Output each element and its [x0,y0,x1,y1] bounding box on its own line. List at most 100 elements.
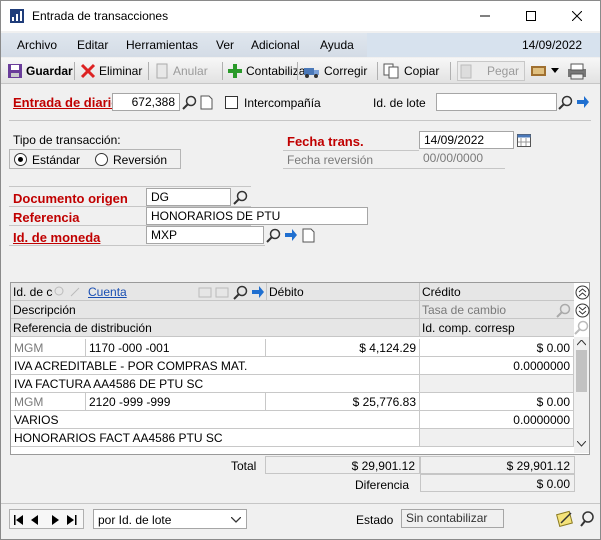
scrollbar-thumb[interactable] [576,350,587,392]
row2-description-cell[interactable]: VARIOS [11,411,420,429]
currency-goto-button[interactable] [283,227,299,243]
row1-debit-cell[interactable]: $ 4,124.29 [266,339,420,357]
copy-button[interactable]: Copiar [383,61,439,81]
row2-co-cell[interactable]: MGM [11,393,86,411]
col-corr-company: Id. comp. corresp [422,321,515,335]
menu-ver[interactable]: Ver [216,38,234,52]
col-dist-ref: Referencia de distribución [13,321,152,335]
currency-label[interactable]: Id. de moneda [13,230,100,245]
magnifier-icon [574,320,589,335]
trx-date-label: Fecha trans. [287,134,364,149]
sort-select[interactable]: por Id. de lote [93,509,247,529]
calendar-button[interactable] [516,132,532,148]
reference-label: Referencia [13,210,80,225]
note-pad-icon[interactable] [556,510,574,528]
batch-lookup-button[interactable] [557,94,573,110]
status-bar: por Id. de lote Estado Sin contabilizar [1,503,600,539]
paste-icon [460,64,472,79]
journal-lookup-button[interactable] [181,94,197,110]
menu-editar[interactable]: Editar [77,38,108,52]
toolbar-separator [297,62,298,80]
magnifier-icon [232,285,247,300]
batch-id-field[interactable] [436,93,557,111]
trx-date-field[interactable]: 14/09/2022 [419,131,514,149]
row2-debit-cell[interactable]: $ 25,776.83 [266,393,420,411]
journal-note-button[interactable] [198,94,214,110]
toolbar-separator [377,62,378,80]
col-account-link[interactable]: Cuenta [88,285,127,299]
magnifier-icon [265,228,280,243]
arrow-right-icon [577,96,589,108]
account-goto-button[interactable] [250,284,266,300]
type-standard-radio[interactable] [14,153,27,166]
row2-credit-cell[interactable]: $ 0.00 [420,393,574,411]
record-navigator [9,509,84,529]
correct-button[interactable]: Corregir [303,61,367,81]
reversal-date-label: Fecha reversión [287,153,374,167]
source-doc-field[interactable]: DG [146,188,231,206]
minimize-icon [480,15,490,17]
close-icon [572,11,582,21]
source-doc-lookup-button[interactable] [232,189,248,205]
print-button[interactable] [566,61,588,81]
account-lookup-button[interactable] [232,284,248,300]
batch-id-label: Id. de lote [373,96,426,110]
paste-button[interactable]: Pegar [457,61,525,81]
reference-field[interactable]: HONORARIOS DE PTU [146,207,368,225]
currency-field[interactable]: MXP [146,226,264,244]
menu-ayuda[interactable]: Ayuda [320,38,354,52]
row1-co-cell[interactable]: MGM [11,339,86,357]
menu-bar: Archivo Editar Herramientas Ver Adiciona… [1,33,600,57]
type-reversal-radio[interactable] [95,153,108,166]
record-nav-icons[interactable] [14,515,80,525]
save-button[interactable]: Guardar [7,61,73,81]
journal-entry-label: Entrada de diario [13,95,120,110]
close-button[interactable] [554,1,600,31]
row1-account-cell[interactable]: 1170 -000 -001 [86,339,266,357]
magnifier-icon [181,95,196,110]
toolbar: Guardar Eliminar Anular Contabiliza Corr… [1,58,600,84]
row1-credit-cell[interactable]: $ 0.00 [420,339,574,357]
intercompany-checkbox[interactable] [225,96,238,109]
toolbar-separator [148,62,149,80]
expand-up-button[interactable] [574,284,590,300]
row1-dist-ref-cell[interactable]: IVA FACTURA AA4586 DE PTU SC [11,375,420,393]
row1-corr-cell[interactable] [420,375,574,393]
reversal-date-field[interactable]: 00/00/0000 [419,150,505,168]
printer-icon [568,63,586,80]
maximize-button[interactable] [508,1,554,31]
zoom-help-icon[interactable] [579,510,597,528]
row2-dist-ref-cell[interactable]: HONORARIOS FACT AA4586 PTU SC [11,429,420,447]
transaction-entry-window: Entrada de transacciones Archivo Editar … [0,0,601,540]
total-label: Total [231,459,257,473]
total-debit: $ 29,901.12 [265,456,420,474]
row1-rate-cell[interactable]: 0.0000000 [420,357,574,375]
col-credit: Crédito [422,285,461,299]
note-icon [200,95,212,109]
currency-note-button[interactable] [300,227,316,243]
divider [9,120,591,121]
batch-goto-button[interactable] [575,94,591,110]
intercompany-label: Intercompañía [244,96,321,110]
delete-button[interactable]: Eliminar [80,61,142,81]
options-dropdown-button[interactable] [530,61,559,81]
row2-corr-cell[interactable] [420,429,574,447]
minimize-button[interactable] [462,1,508,31]
row1-description-cell[interactable]: IVA ACREDITABLE - POR COMPRAS MAT. [11,357,420,375]
void-button[interactable]: Anular [154,61,208,81]
row2-account-cell[interactable]: 2120 -999 -999 [86,393,266,411]
title-bar: Entrada de transacciones [1,1,600,31]
grid-scrollbar[interactable] [574,337,589,453]
row2-rate-cell[interactable]: 0.0000000 [420,411,574,429]
expand-down-button[interactable] [574,302,590,318]
journal-entry-field[interactable]: 672,388 [112,93,180,111]
chevron-down-icon [577,441,586,447]
menu-archivo[interactable]: Archivo [17,38,57,52]
menu-adicional[interactable]: Adicional [251,38,300,52]
post-button[interactable]: Contabiliza [227,61,305,81]
col-co-id: Id. de cc [13,285,53,299]
currency-lookup-button[interactable] [265,227,281,243]
grid-header-row-2: Descripción Tasa de cambio [11,301,574,319]
delete-x-icon [80,63,96,79]
menu-herramientas[interactable]: Herramientas [126,38,198,52]
